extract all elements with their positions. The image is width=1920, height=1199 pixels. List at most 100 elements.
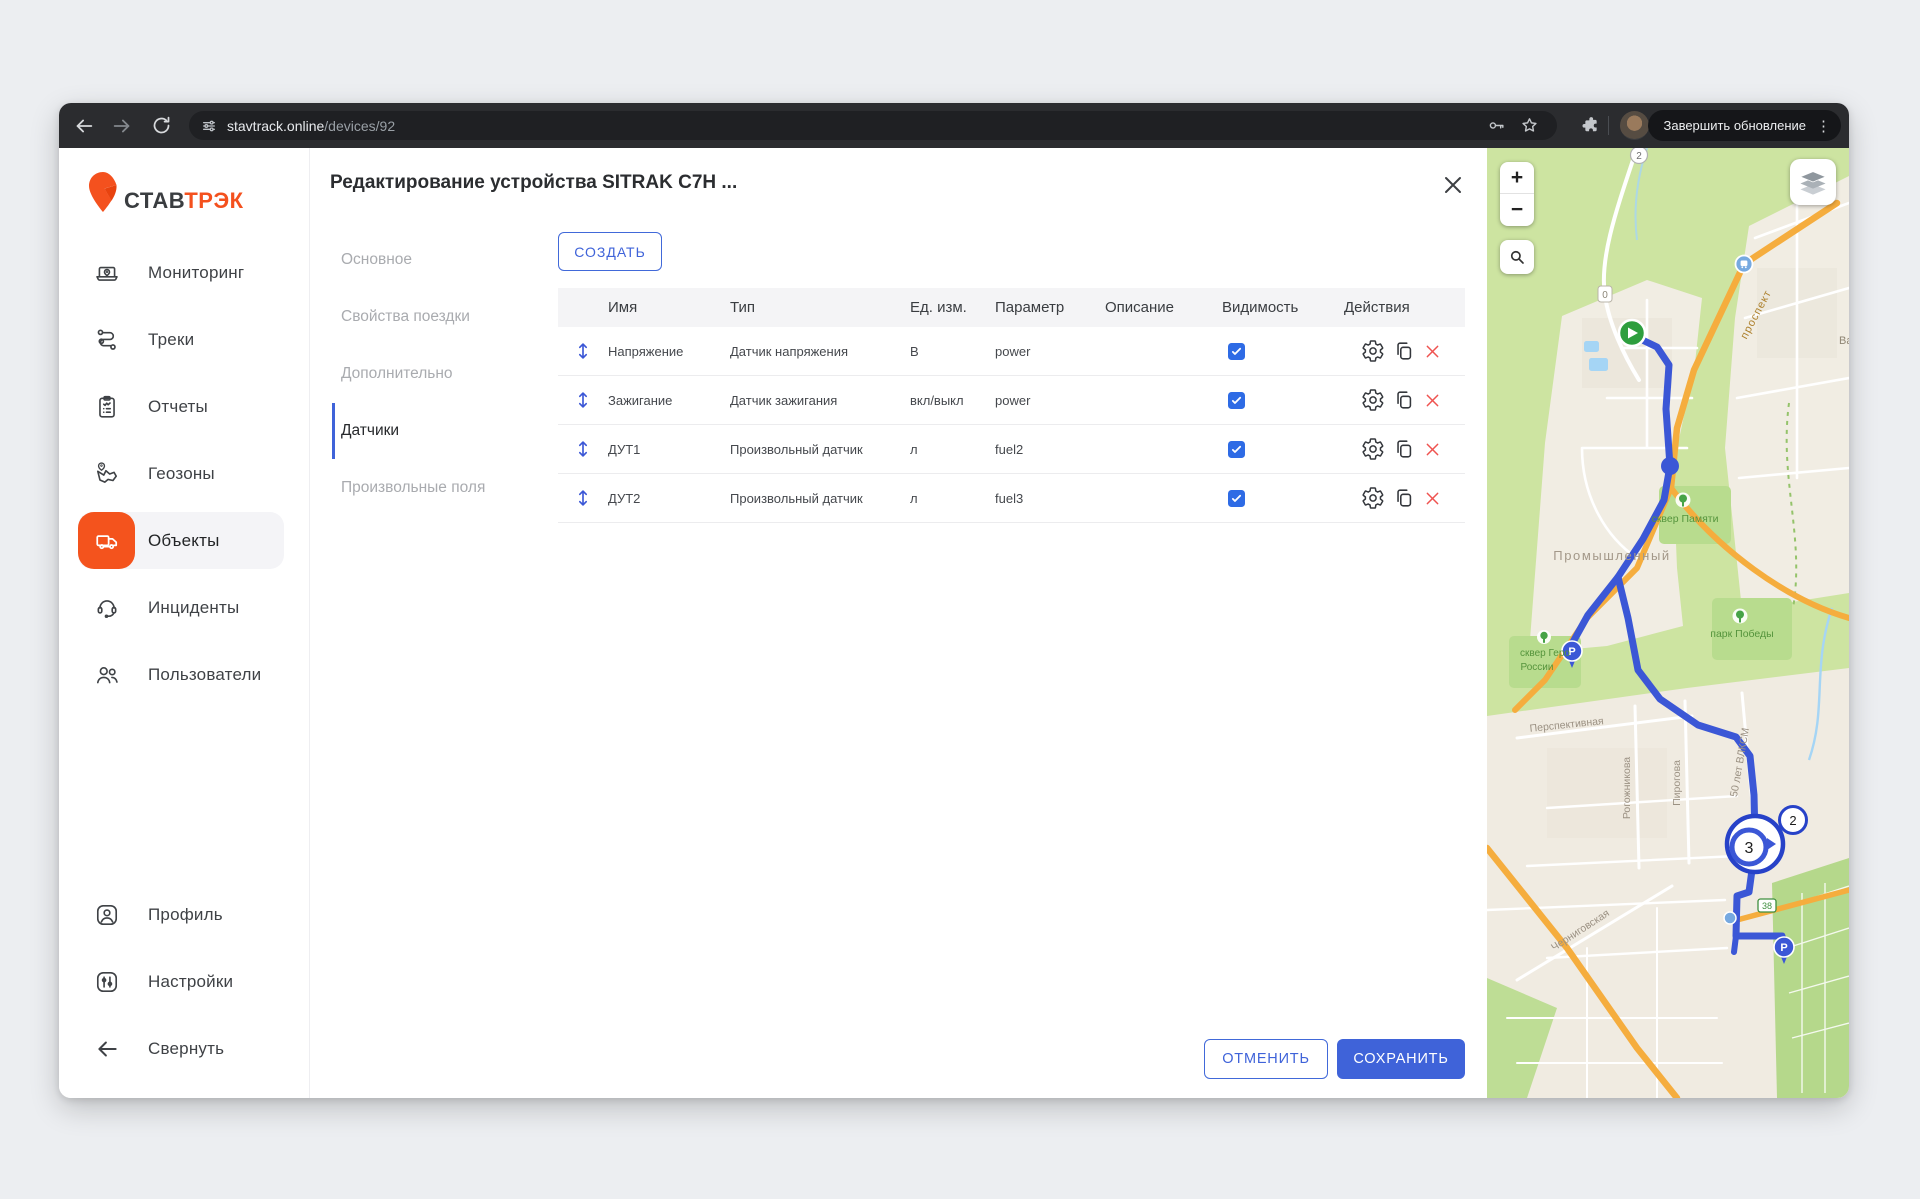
map-label: сквер Памяти	[1652, 513, 1719, 525]
map-search-button[interactable]	[1500, 240, 1534, 274]
sensor-settings-gear-icon[interactable]	[1361, 437, 1385, 461]
address-bar[interactable]: stavtrack.online/devices/92	[189, 111, 1557, 140]
reload-icon[interactable]	[151, 115, 173, 137]
header-actions: Действия	[1344, 299, 1465, 316]
header-type: Тип	[730, 299, 910, 316]
top-count-marker: 2	[1631, 148, 1648, 164]
editor-tabs: Основное Свойства поездки Дополнительно …	[332, 232, 562, 517]
collapse-icon	[78, 1020, 135, 1077]
sensors-table: Имя Тип Ед. изм. Параметр Описание Видим…	[558, 288, 1465, 523]
users-icon	[78, 646, 135, 703]
sidebar-item[interactable]: Пользователи	[78, 646, 284, 703]
password-key-icon[interactable]	[1487, 116, 1506, 135]
site-info-icon[interactable]	[201, 118, 217, 134]
sensor-name: ДУТ2	[608, 491, 730, 506]
header-unit: Ед. изм.	[910, 299, 995, 316]
sensor-unit: л	[910, 491, 995, 506]
chrome-menu-icon[interactable]: ⋮	[1816, 117, 1831, 135]
extensions-puzzle-icon[interactable]	[1580, 115, 1600, 135]
svg-text:2: 2	[1789, 813, 1796, 828]
drag-handle-icon[interactable]	[558, 438, 608, 460]
sidebar-item[interactable]: Отчеты	[78, 378, 284, 435]
sensor-unit: л	[910, 442, 995, 457]
sensor-delete-icon[interactable]	[1423, 391, 1442, 410]
sidebar-footer-nav: Профиль Настройки Свернуть	[59, 886, 284, 1077]
sidebar-footer-item[interactable]: Свернуть	[78, 1020, 284, 1077]
forward-icon[interactable]	[111, 115, 133, 137]
editor-tab[interactable]: Произвольные поля	[332, 460, 562, 516]
sensor-delete-icon[interactable]	[1423, 440, 1442, 459]
visibility-checkbox[interactable]	[1228, 490, 1245, 507]
sensor-param: power	[995, 393, 1105, 408]
sensor-copy-icon[interactable]	[1393, 340, 1415, 362]
sensor-param: power	[995, 344, 1105, 359]
sensor-delete-icon[interactable]	[1423, 342, 1442, 361]
close-icon[interactable]	[1441, 173, 1465, 197]
sidebar-item[interactable]: Геозоны	[78, 445, 284, 502]
editor-tab[interactable]: Основное	[332, 232, 562, 288]
geozones-icon	[78, 445, 135, 502]
sensor-param: fuel3	[995, 491, 1105, 506]
sidebar-footer-item[interactable]: Настройки	[78, 953, 284, 1010]
visibility-checkbox[interactable]	[1228, 441, 1245, 458]
sensor-name: Напряжение	[608, 344, 730, 359]
sidebar-footer-item[interactable]: Профиль	[78, 886, 284, 943]
finish-update-button[interactable]: Завершить обновление ⋮	[1648, 110, 1841, 141]
sensor-delete-icon[interactable]	[1423, 489, 1442, 508]
drag-handle-icon[interactable]	[558, 487, 608, 509]
sidebar-item[interactable]: Объекты	[78, 512, 284, 569]
editor-tab-label: Датчики	[341, 422, 399, 440]
sidebar-item[interactable]: Мониторинг	[78, 244, 284, 301]
sensor-unit: В	[910, 344, 995, 359]
zoom-out-button[interactable]: −	[1500, 194, 1534, 226]
logo-pin-icon	[86, 170, 120, 214]
visibility-checkbox[interactable]	[1228, 392, 1245, 409]
save-button[interactable]: СОХРАНИТЬ	[1337, 1039, 1465, 1079]
sensor-copy-icon[interactable]	[1393, 389, 1415, 411]
sensor-copy-icon[interactable]	[1393, 487, 1415, 509]
map-label: Пирогова	[1671, 760, 1683, 806]
url-text: stavtrack.online/devices/92	[227, 118, 395, 134]
route-start-marker[interactable]	[1619, 320, 1645, 346]
editor-tab[interactable]: Дополнительно	[332, 346, 562, 402]
reports-icon	[78, 378, 135, 435]
map-canvas: P P 0	[1487, 148, 1849, 1098]
sensor-unit: вкл/выкл	[910, 393, 995, 408]
sensor-settings-gear-icon[interactable]	[1361, 486, 1385, 510]
sensor-copy-icon[interactable]	[1393, 438, 1415, 460]
km-zero-marker: 0	[1598, 286, 1612, 302]
visibility-checkbox[interactable]	[1228, 343, 1245, 360]
editor-tab-label: Основное	[341, 251, 412, 269]
sensor-row: ДУТ1 Произвольный датчик л fuel2	[558, 425, 1465, 474]
editor-tab[interactable]: Свойства поездки	[332, 289, 562, 345]
drag-handle-icon[interactable]	[558, 389, 608, 411]
logo-text-orange: ТРЭК	[184, 188, 243, 213]
sidebar-item-label: Геозоны	[148, 464, 215, 484]
sensor-type: Произвольный датчик	[730, 442, 910, 457]
profile-avatar[interactable]	[1620, 111, 1649, 140]
route-node-marker[interactable]	[1661, 457, 1679, 475]
sensor-param: fuel2	[995, 442, 1105, 457]
sensor-row: ДУТ2 Произвольный датчик л fuel3	[558, 474, 1465, 523]
sensor-settings-gear-icon[interactable]	[1361, 339, 1385, 363]
sidebar-item[interactable]: Треки	[78, 311, 284, 368]
drag-handle-icon[interactable]	[558, 340, 608, 362]
map-layers-button[interactable]	[1790, 159, 1836, 205]
sensor-name: ДУТ1	[608, 442, 730, 457]
map[interactable]: P P 0	[1487, 148, 1849, 1098]
zoom-in-button[interactable]: +	[1500, 162, 1534, 194]
map-label: Рогожникова	[1621, 757, 1633, 819]
sensor-settings-gear-icon[interactable]	[1361, 388, 1385, 412]
bookmark-star-icon[interactable]	[1520, 116, 1539, 135]
finish-update-label: Завершить обновление	[1663, 118, 1806, 133]
header-name: Имя	[608, 299, 730, 316]
sidebar-item-label: Профиль	[148, 905, 223, 925]
create-sensor-button[interactable]: СОЗДАТЬ	[558, 232, 662, 271]
logo-text-dark: СТАВ	[124, 188, 184, 213]
back-icon[interactable]	[73, 115, 95, 137]
sidebar-item[interactable]: Инциденты	[78, 579, 284, 636]
cancel-button[interactable]: ОТМЕНИТЬ	[1204, 1039, 1328, 1079]
editor-tab[interactable]: Датчики	[332, 403, 562, 459]
bus-stop-icon-small	[1724, 912, 1736, 924]
app-logo: СТАВТРЭК	[86, 170, 244, 214]
